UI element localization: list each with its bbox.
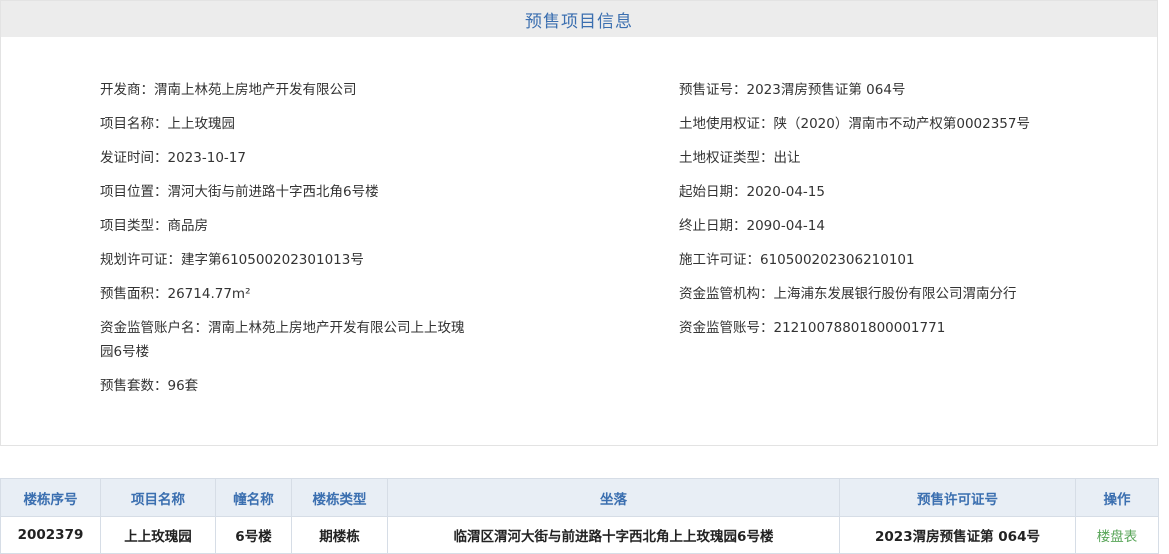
escrow-institution-field: 资金监管机构：上海浦东发展银行股份有限公司渭南分行 — [679, 286, 1017, 302]
land-cert-type-field: 土地权证类型：出让 — [679, 150, 801, 166]
escrow-account-no-field: 资金监管账号：21210078801800001771 — [679, 320, 946, 336]
header-action: 操作 — [1075, 478, 1159, 517]
header-building-no: 楼栋序号 — [0, 478, 101, 517]
building-table-wrap: 楼栋序号 项目名称 幢名称 楼栋类型 坐落 预售许可证号 操作 2002379 … — [0, 478, 1159, 554]
project-name-field: 项目名称：上上玫瑰园 — [100, 116, 235, 132]
construction-permit-field: 施工许可证：610500202306210101 — [679, 252, 915, 268]
cell-building-no: 2002379 — [0, 516, 101, 554]
land-use-cert-field: 土地使用权证：陕（2020）渭南市不动产权第0002357号 — [679, 116, 1030, 132]
presale-cert-no-field: 预售证号：2023渭房预售证第 064号 — [679, 82, 906, 98]
project-location-field: 项目位置：渭河大街与前进路十字西北角6号楼 — [100, 184, 379, 200]
project-type-field: 项目类型：商品房 — [100, 218, 208, 234]
escrow-account-name-field: 资金监管账户名：渭南上林苑上房地产开发有限公司上上玫瑰 — [100, 320, 465, 336]
presale-area-field: 预售面积：26714.77m² — [100, 286, 251, 302]
header-building-name: 幢名称 — [215, 478, 292, 517]
header-building-type: 楼栋类型 — [291, 478, 388, 517]
cell-building-name: 6号楼 — [215, 516, 292, 554]
end-date-field: 终止日期：2090-04-14 — [679, 218, 825, 234]
panel-title: 预售项目信息 — [1, 1, 1157, 37]
developer-field: 开发商：渭南上林苑上房地产开发有限公司 — [100, 82, 357, 98]
cell-project-name: 上上玫瑰园 — [100, 516, 216, 554]
header-project-name: 项目名称 — [100, 478, 216, 517]
header-location: 坐落 — [387, 478, 840, 517]
header-presale-permit: 预售许可证号 — [839, 478, 1076, 517]
cell-building-type: 期楼栋 — [291, 516, 388, 554]
floor-plan-link[interactable]: 楼盘表 — [1075, 516, 1159, 554]
table-row: 2002379 上上玫瑰园 6号楼 期楼栋 临渭区渭河大街与前进路十字西北角上上… — [0, 516, 1159, 554]
table-header-row: 楼栋序号 项目名称 幢名称 楼栋类型 坐落 预售许可证号 操作 — [0, 478, 1159, 517]
issue-date-field: 发证时间：2023-10-17 — [100, 150, 246, 166]
start-date-field: 起始日期：2020-04-15 — [679, 184, 825, 200]
presale-units-field: 预售套数：96套 — [100, 378, 199, 394]
cell-presale-permit: 2023渭房预售证第 064号 — [839, 516, 1076, 554]
building-table: 楼栋序号 项目名称 幢名称 楼栋类型 坐落 预售许可证号 操作 2002379 … — [0, 478, 1159, 554]
presale-info-panel: 预售项目信息 开发商：渭南上林苑上房地产开发有限公司 项目名称：上上玫瑰园 发证… — [0, 0, 1158, 446]
escrow-account-name-continued: 园6号楼 — [100, 344, 150, 360]
planning-permit-field: 规划许可证：建字第610500202301013号 — [100, 252, 364, 268]
cell-location: 临渭区渭河大街与前进路十字西北角上上玫瑰园6号楼 — [387, 516, 840, 554]
